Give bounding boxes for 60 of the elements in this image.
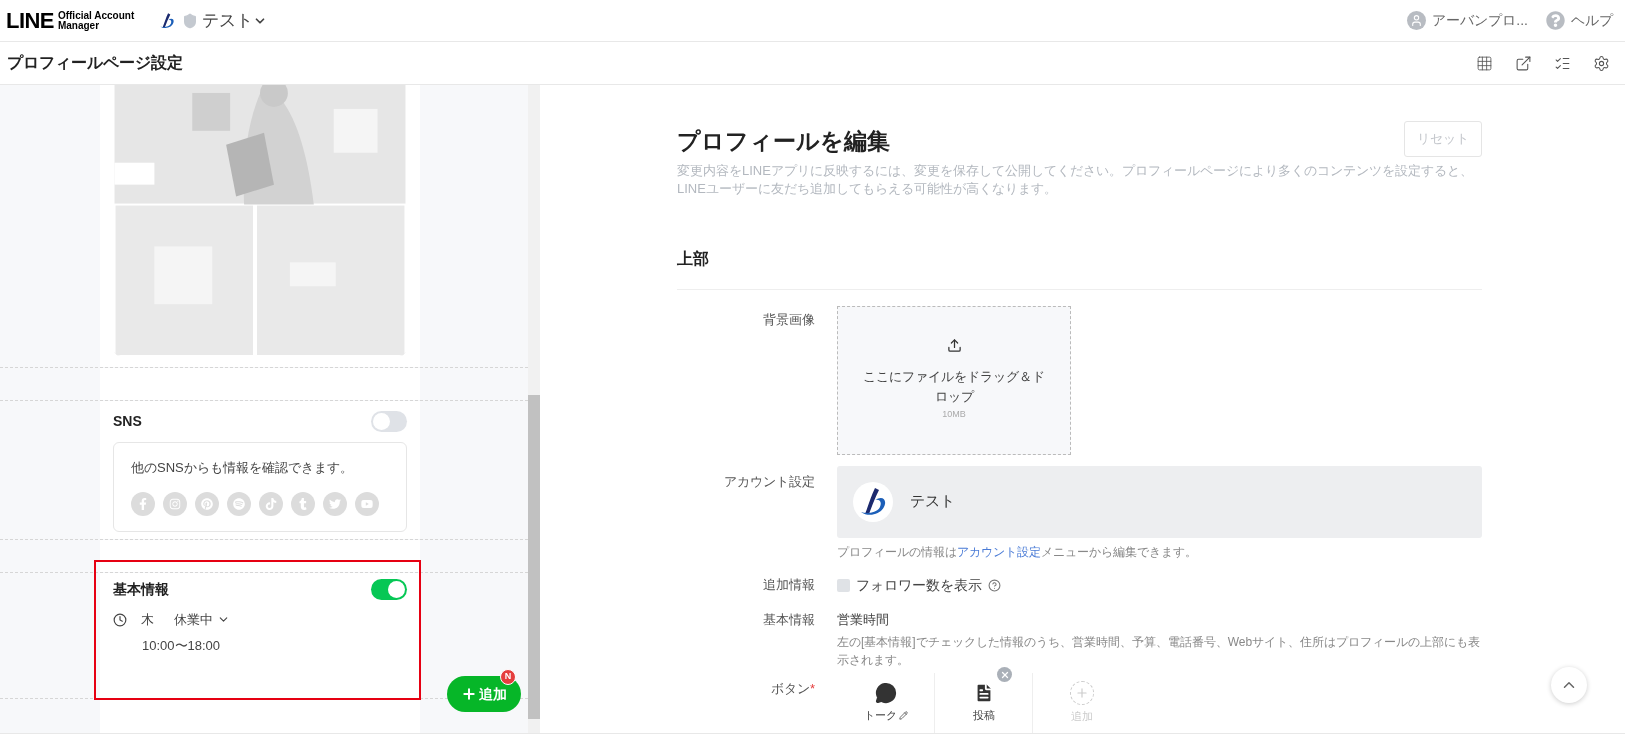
logo-subtitle: Official Account bbox=[57, 10, 135, 21]
scrollbar[interactable] bbox=[528, 85, 540, 733]
field-label: 背景画像 bbox=[762, 310, 815, 329]
tiktok-icon bbox=[259, 491, 283, 516]
field-label: 基本情報 bbox=[762, 610, 815, 629]
field-label: 追加情報 bbox=[762, 575, 815, 594]
editor-description: 変更内容をLINEアプリに反映するには、変更を保存して公開してください。プロフィールページにより多くのコンテンツを設定すると、LINEユーザーに友だち追加してもらえる可能性が高くなります。 bbox=[677, 161, 1474, 198]
settings-icon[interactable] bbox=[1593, 54, 1610, 72]
weekday: 木 bbox=[141, 611, 154, 629]
button-item[interactable]: 投稿 bbox=[972, 707, 995, 724]
instagram-icon bbox=[163, 491, 187, 516]
section-title: 基本情報 bbox=[113, 580, 169, 599]
business-hours: 10:00〜18:00 bbox=[142, 636, 222, 655]
chat-icon bbox=[874, 682, 897, 705]
section-title: SNS bbox=[113, 412, 142, 431]
account-note: プロフィールの情報はアカウント設定メニューから編集できます。 bbox=[837, 543, 1198, 561]
account-settings-link[interactable]: アカウント設定 bbox=[957, 544, 1041, 559]
facebook-icon bbox=[131, 491, 155, 516]
logo-subtitle: Manager bbox=[57, 20, 101, 31]
toggle-switch[interactable] bbox=[371, 411, 407, 432]
tumblr-icon bbox=[291, 491, 315, 516]
checkbox-label: フォロワー数を表示 bbox=[856, 575, 982, 595]
basic-info-note: 左の[基本情報]でチェックした情報のうち、営業時間、予算、電話番号、Webサイト、住所はプロフィールの上部にも表示されます。 bbox=[837, 634, 1482, 669]
account-name: テスト bbox=[910, 491, 955, 512]
help-link[interactable]: ヘルプ bbox=[1546, 10, 1613, 31]
brand-logo-icon bbox=[853, 481, 893, 522]
help-icon bbox=[1546, 11, 1565, 30]
twitter-icon bbox=[323, 491, 347, 516]
grid-icon[interactable] bbox=[1476, 54, 1493, 72]
upload-icon bbox=[946, 338, 962, 354]
file-drop-zone[interactable]: ここにファイルをドラッグ＆ドロップ 10MB bbox=[837, 305, 1071, 455]
help-icon[interactable] bbox=[988, 578, 1001, 592]
youtube-icon bbox=[355, 491, 379, 516]
remove-icon[interactable] bbox=[997, 667, 1012, 682]
user-menu[interactable]: アーバンプロ... bbox=[1407, 10, 1528, 31]
shield-icon bbox=[182, 12, 199, 29]
account-switcher[interactable]: テスト bbox=[202, 7, 268, 34]
avatar-icon bbox=[1407, 11, 1427, 30]
pencil-icon bbox=[898, 711, 908, 720]
clock-icon bbox=[113, 612, 127, 627]
field-label: ボタン* bbox=[770, 681, 815, 696]
new-badge: N bbox=[500, 669, 516, 685]
checkbox[interactable] bbox=[837, 578, 850, 592]
basic-info-value: 営業時間 bbox=[837, 610, 890, 629]
scroll-top-button[interactable] bbox=[1551, 667, 1587, 703]
field-label: アカウント設定 bbox=[723, 472, 815, 491]
status-dropdown[interactable]: 休業中 bbox=[174, 610, 230, 630]
page-title: プロフィールページ設定 bbox=[7, 53, 183, 73]
spotify-icon bbox=[227, 491, 251, 516]
editor-title: プロフィールを編集 bbox=[677, 127, 890, 156]
line-logo[interactable]: LINE bbox=[6, 4, 54, 37]
button-item[interactable]: トーク bbox=[863, 707, 908, 724]
external-link-icon[interactable] bbox=[1515, 54, 1532, 72]
plus-icon bbox=[461, 686, 477, 702]
pinterest-icon bbox=[195, 491, 219, 516]
toggle-switch[interactable] bbox=[371, 579, 407, 600]
file-size-limit: 10MB bbox=[942, 408, 966, 422]
section-heading: 上部 bbox=[677, 246, 1482, 290]
sns-description: 他のSNSからも情報を確認できます。 bbox=[131, 459, 354, 477]
drop-instruction: ここにファイルをドラッグ＆ドロップ bbox=[862, 368, 1046, 406]
